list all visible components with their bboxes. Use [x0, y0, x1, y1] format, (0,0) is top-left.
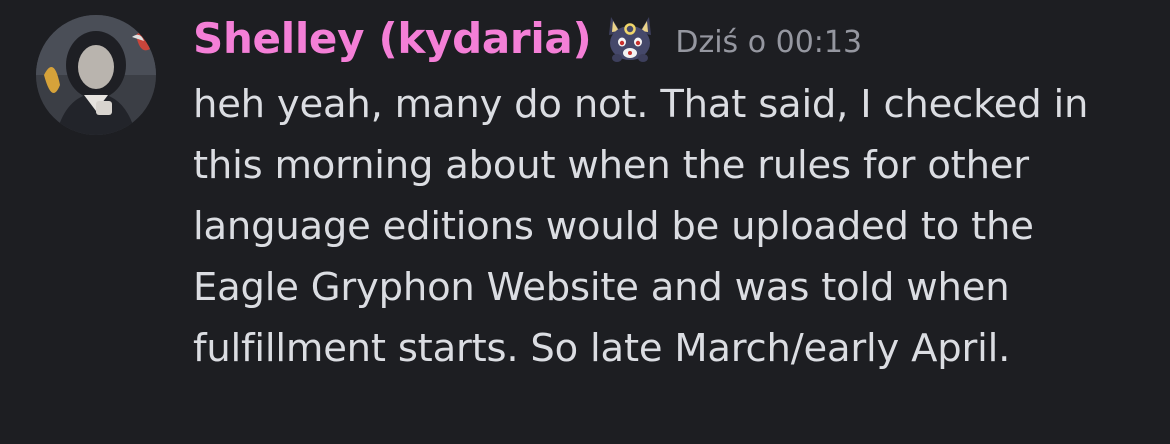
message-line: this morning about when the rules for ot…: [193, 143, 1029, 188]
avatar[interactable]: [36, 15, 156, 135]
message-line: fulfillment starts. So late March/early …: [193, 326, 1011, 371]
message-content: heh yeah, many do not. That said, I chec…: [193, 74, 1153, 379]
username[interactable]: Shelley (kydaria): [193, 14, 592, 63]
creature-badge-icon[interactable]: [601, 9, 659, 67]
message-line: heh yeah, many do not. That said, I chec…: [193, 82, 1089, 127]
message-line: Eagle Gryphon Website and was told when: [193, 265, 1010, 310]
timestamp[interactable]: Dziś o 00:13: [675, 25, 862, 60]
message-line: language editions would be uploaded to t…: [193, 204, 1034, 249]
avatar-image: [36, 15, 156, 135]
chat-message: Shelley (kydaria) Dziś o 00:13 heh yeah,…: [0, 0, 1170, 444]
message-header: Shelley (kydaria) Dziś o 00:13: [193, 6, 862, 70]
